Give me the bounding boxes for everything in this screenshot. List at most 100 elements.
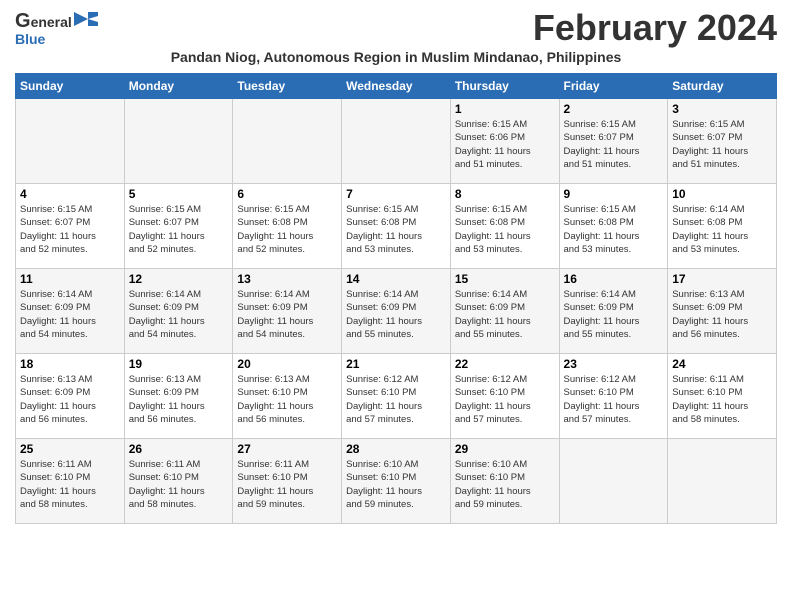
day-info: Sunrise: 6:15 AM Sunset: 6:07 PM Dayligh… — [20, 203, 120, 256]
weekday-header-saturday: Saturday — [668, 74, 777, 99]
day-number: 1 — [455, 102, 555, 116]
day-number: 2 — [564, 102, 664, 116]
day-number: 18 — [20, 357, 120, 371]
calendar-cell: 4 Sunrise: 6:15 AM Sunset: 6:07 PM Daylig… — [16, 184, 125, 269]
day-info: Sunrise: 6:13 AM Sunset: 6:09 PM Dayligh… — [20, 373, 120, 426]
day-number: 11 — [20, 272, 120, 286]
calendar-cell: 17 Sunrise: 6:13 AM Sunset: 6:09 PM Dayli… — [668, 269, 777, 354]
day-info: Sunrise: 6:14 AM Sunset: 6:09 PM Dayligh… — [564, 288, 664, 341]
logo-blue-text: Blue — [15, 31, 45, 47]
day-info: Sunrise: 6:10 AM Sunset: 6:10 PM Dayligh… — [455, 458, 555, 511]
day-info: Sunrise: 6:13 AM Sunset: 6:09 PM Dayligh… — [129, 373, 229, 426]
calendar-cell: 8 Sunrise: 6:15 AM Sunset: 6:08 PM Daylig… — [450, 184, 559, 269]
calendar-cell: 22 Sunrise: 6:12 AM Sunset: 6:10 PM Dayli… — [450, 354, 559, 439]
logo-general-text: eneral — [31, 14, 72, 30]
calendar-cell: 25Sunrise: 6:11 AM Sunset: 6:10 PM Dayli… — [16, 439, 125, 524]
day-info: Sunrise: 6:11 AM Sunset: 6:10 PM Dayligh… — [129, 458, 229, 511]
day-number: 4 — [20, 187, 120, 201]
day-info: Sunrise: 6:15 AM Sunset: 6:08 PM Dayligh… — [237, 203, 337, 256]
day-number: 6 — [237, 187, 337, 201]
day-number: 7 — [346, 187, 446, 201]
month-title: February 2024 — [533, 10, 777, 46]
day-info: Sunrise: 6:14 AM Sunset: 6:09 PM Dayligh… — [129, 288, 229, 341]
calendar-cell: 9 Sunrise: 6:15 AM Sunset: 6:08 PM Daylig… — [559, 184, 668, 269]
day-info: Sunrise: 6:15 AM Sunset: 6:07 PM Dayligh… — [129, 203, 229, 256]
calendar-cell: 7 Sunrise: 6:15 AM Sunset: 6:08 PM Daylig… — [342, 184, 451, 269]
calendar-cell: 2 Sunrise: 6:15 AM Sunset: 6:07 PM Daylig… — [559, 99, 668, 184]
calendar-cell: 3 Sunrise: 6:15 AM Sunset: 6:07 PM Daylig… — [668, 99, 777, 184]
calendar-cell: 24 Sunrise: 6:11 AM Sunset: 6:10 PM Dayli… — [668, 354, 777, 439]
day-info: Sunrise: 6:11 AM Sunset: 6:10 PM Dayligh… — [237, 458, 337, 511]
day-info: Sunrise: 6:15 AM Sunset: 6:08 PM Dayligh… — [346, 203, 446, 256]
day-number: 15 — [455, 272, 555, 286]
calendar-cell: 6 Sunrise: 6:15 AM Sunset: 6:08 PM Daylig… — [233, 184, 342, 269]
day-number: 16 — [564, 272, 664, 286]
calendar-cell: 20Sunrise: 6:13 AM Sunset: 6:10 PM Dayli… — [233, 354, 342, 439]
day-info: Sunrise: 6:14 AM Sunset: 6:09 PM Dayligh… — [20, 288, 120, 341]
day-info: Sunrise: 6:15 AM Sunset: 6:06 PM Dayligh… — [455, 118, 555, 171]
calendar-cell: 11 Sunrise: 6:14 AM Sunset: 6:09 PM Dayli… — [16, 269, 125, 354]
day-number: 13 — [237, 272, 337, 286]
calendar-cell — [16, 99, 125, 184]
day-info: Sunrise: 6:12 AM Sunset: 6:10 PM Dayligh… — [455, 373, 555, 426]
day-number: 8 — [455, 187, 555, 201]
calendar-cell: 14 Sunrise: 6:14 AM Sunset: 6:09 PM Dayli… — [342, 269, 451, 354]
day-number: 14 — [346, 272, 446, 286]
weekday-header-wednesday: Wednesday — [342, 74, 451, 99]
day-info: Sunrise: 6:15 AM Sunset: 6:08 PM Dayligh… — [455, 203, 555, 256]
day-number: 24 — [672, 357, 772, 371]
day-info: Sunrise: 6:10 AM Sunset: 6:10 PM Dayligh… — [346, 458, 446, 511]
day-number: 21 — [346, 357, 446, 371]
day-info: Sunrise: 6:12 AM Sunset: 6:10 PM Dayligh… — [564, 373, 664, 426]
day-info: Sunrise: 6:12 AM Sunset: 6:10 PM Dayligh… — [346, 373, 446, 426]
day-number: 27 — [237, 442, 337, 456]
day-number: 28 — [346, 442, 446, 456]
calendar-cell: 5 Sunrise: 6:15 AM Sunset: 6:07 PM Daylig… — [124, 184, 233, 269]
day-info: Sunrise: 6:14 AM Sunset: 6:09 PM Dayligh… — [455, 288, 555, 341]
calendar-cell: 27 Sunrise: 6:11 AM Sunset: 6:10 PM Dayli… — [233, 439, 342, 524]
day-number: 23 — [564, 357, 664, 371]
day-info: Sunrise: 6:15 AM Sunset: 6:07 PM Dayligh… — [564, 118, 664, 171]
day-number: 29 — [455, 442, 555, 456]
day-info: Sunrise: 6:14 AM Sunset: 6:08 PM Dayligh… — [672, 203, 772, 256]
calendar-cell: 13Sunrise: 6:14 AM Sunset: 6:09 PM Dayli… — [233, 269, 342, 354]
calendar-cell: 15 Sunrise: 6:14 AM Sunset: 6:09 PM Dayli… — [450, 269, 559, 354]
day-info: Sunrise: 6:15 AM Sunset: 6:08 PM Dayligh… — [564, 203, 664, 256]
day-number: 17 — [672, 272, 772, 286]
day-number: 5 — [129, 187, 229, 201]
day-number: 25 — [20, 442, 120, 456]
calendar-cell: 16 Sunrise: 6:14 AM Sunset: 6:09 PM Dayli… — [559, 269, 668, 354]
day-info: Sunrise: 6:14 AM Sunset: 6:09 PM Dayligh… — [346, 288, 446, 341]
calendar-cell: 26 Sunrise: 6:11 AM Sunset: 6:10 PM Dayli… — [124, 439, 233, 524]
day-number: 9 — [564, 187, 664, 201]
day-number: 12 — [129, 272, 229, 286]
weekday-header-monday: Monday — [124, 74, 233, 99]
calendar-cell: 23 Sunrise: 6:12 AM Sunset: 6:10 PM Dayli… — [559, 354, 668, 439]
day-number: 22 — [455, 357, 555, 371]
day-number: 26 — [129, 442, 229, 456]
weekday-header-friday: Friday — [559, 74, 668, 99]
calendar-cell: 10 Sunrise: 6:14 AM Sunset: 6:08 PM Dayli… — [668, 184, 777, 269]
calendar-cell: 12 Sunrise: 6:14 AM Sunset: 6:09 PM Dayli… — [124, 269, 233, 354]
calendar-cell: 29 Sunrise: 6:10 AM Sunset: 6:10 PM Dayli… — [450, 439, 559, 524]
calendar-table: SundayMondayTuesdayWednesdayThursdayFrid… — [15, 73, 777, 524]
calendar-cell: 21 Sunrise: 6:12 AM Sunset: 6:10 PM Dayli… — [342, 354, 451, 439]
day-info: Sunrise: 6:13 AM Sunset: 6:09 PM Dayligh… — [672, 288, 772, 341]
calendar-cell — [124, 99, 233, 184]
day-number: 10 — [672, 187, 772, 201]
calendar-cell — [342, 99, 451, 184]
calendar-cell — [233, 99, 342, 184]
day-number: 3 — [672, 102, 772, 116]
logo-flag-icon — [74, 12, 98, 31]
calendar-cell: 19Sunrise: 6:13 AM Sunset: 6:09 PM Dayli… — [124, 354, 233, 439]
weekday-header-sunday: Sunday — [16, 74, 125, 99]
day-info: Sunrise: 6:13 AM Sunset: 6:10 PM Dayligh… — [237, 373, 337, 426]
calendar-cell — [559, 439, 668, 524]
day-info: Sunrise: 6:15 AM Sunset: 6:07 PM Dayligh… — [672, 118, 772, 171]
logo-general-g: G — [15, 10, 31, 33]
calendar-cell — [668, 439, 777, 524]
calendar-subtitle: Pandan Niog, Autonomous Region in Muslim… — [15, 49, 777, 65]
calendar-cell: 18 Sunrise: 6:13 AM Sunset: 6:09 PM Dayli… — [16, 354, 125, 439]
logo: G eneral Blue — [15, 10, 98, 47]
day-info: Sunrise: 6:11 AM Sunset: 6:10 PM Dayligh… — [672, 373, 772, 426]
